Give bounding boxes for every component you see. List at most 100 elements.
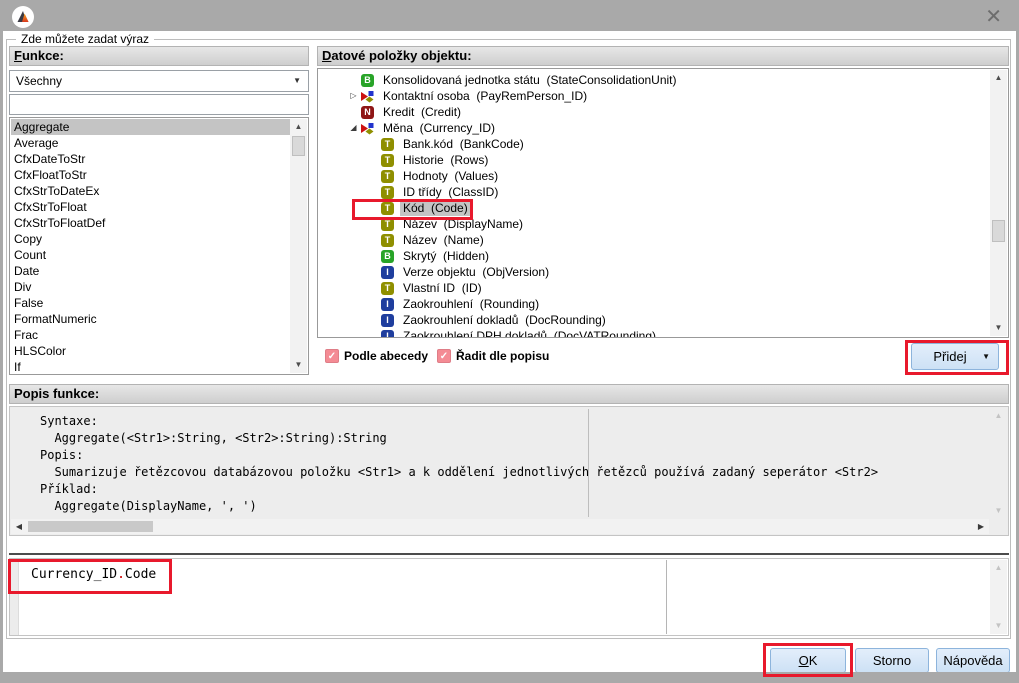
scrollbar-thumb[interactable] (992, 220, 1005, 242)
relation-icon (361, 122, 374, 135)
function-list-item[interactable]: Date (11, 263, 290, 279)
help-button[interactable]: Nápověda (936, 648, 1010, 673)
scroll-down-icon[interactable]: ▼ (990, 320, 1007, 336)
tree-item-label: Historie (Rows) (400, 152, 491, 168)
ok-button[interactable]: OK (770, 648, 846, 673)
tree-item[interactable]: IZaokrouhlení (Rounding) (319, 296, 989, 312)
field-type-icon: T (381, 282, 394, 295)
field-type-icon: I (381, 330, 394, 339)
tree-item-label: Verze objektu (ObjVersion) (400, 264, 552, 280)
function-list-item[interactable]: Average (11, 135, 290, 151)
function-list-item[interactable]: CfxStrToFloat (11, 199, 290, 215)
tree-item[interactable]: ▷ Kontaktní osoba (PayRemPerson_ID) (319, 88, 989, 104)
function-filter-input[interactable] (9, 94, 309, 115)
tree-options-bar: ✓ Podle abecedy ✓ Řadit dle popisu Přide… (317, 340, 1009, 374)
checkbox-check-icon: ✓ (325, 349, 339, 363)
tree-item[interactable]: T Název (DisplayName) (319, 216, 989, 232)
function-list: AggregateAverageCfxDateToStrCfxFloatToSt… (11, 119, 290, 373)
function-list-item[interactable]: CfxStrToDateEx (11, 183, 290, 199)
tree-item[interactable]: NKredit (Credit) (319, 104, 989, 120)
tree-item[interactable]: TNázev (Name) (319, 232, 989, 248)
tree-item[interactable]: IVerze objektu (ObjVersion) (319, 264, 989, 280)
add-button-label: Přidej (933, 349, 966, 364)
function-list-item[interactable]: Frac (11, 327, 290, 343)
field-type-icon: T (381, 202, 394, 215)
function-list-item[interactable]: Copy (11, 231, 290, 247)
title-bar: ✕ (3, 3, 1016, 31)
description-vscrollbar[interactable]: ▲ ▼ (990, 408, 1007, 534)
scroll-up-icon[interactable]: ▲ (290, 119, 307, 135)
function-description-header: Popis funkce: (9, 384, 1009, 404)
tree-item[interactable]: ◢Měna (Currency_ID) (319, 120, 989, 136)
tree-item-label: Název (DisplayName) (400, 216, 526, 232)
tree-item[interactable]: THodnoty (Values) (319, 168, 989, 184)
data-items-header: Datové položky objektu: (317, 46, 1009, 66)
tree-scrollbar[interactable]: ▲ ▼ (990, 70, 1007, 336)
chevron-down-icon: ▼ (293, 71, 301, 91)
collapse-icon[interactable]: ◢ (346, 120, 361, 136)
tree-item[interactable]: TID třídy (ClassID) (319, 184, 989, 200)
data-items-tree: BKonsolidovaná jednotka státu (StateCons… (319, 72, 989, 338)
field-type-icon: T (381, 186, 394, 199)
scroll-down-icon[interactable]: ▼ (990, 618, 1007, 634)
tree-item[interactable]: BKonsolidovaná jednotka státu (StateCons… (319, 72, 989, 88)
scrollbar-thumb[interactable] (292, 136, 305, 156)
expand-icon[interactable]: ▷ (346, 88, 361, 104)
tree-item[interactable]: IZaokrouhlení dokladů (DocRounding) (319, 312, 989, 328)
add-button[interactable]: Přidej ▼ (911, 343, 999, 370)
function-list-item[interactable]: Count (11, 247, 290, 263)
editor-column-divider (666, 560, 667, 634)
checkbox-sort-by-description[interactable]: ✓ Řadit dle popisu (437, 349, 549, 363)
scroll-up-icon[interactable]: ▲ (990, 560, 1007, 576)
panel-separator (9, 553, 1009, 555)
expression-text: Currency_ID.Code (31, 567, 156, 582)
function-list-item[interactable]: CfxDateToStr (11, 151, 290, 167)
tree-item-label: Zaokrouhlení DPH dokladů (DocVATRounding… (400, 328, 659, 338)
scroll-down-icon[interactable]: ▼ (290, 357, 307, 373)
tree-item-label: Kredit (Credit) (380, 104, 464, 120)
tree-item[interactable]: THistorie (Rows) (319, 152, 989, 168)
expression-input-area[interactable]: Currency_ID.Code ▲ ▼ (9, 558, 1009, 636)
tree-item[interactable]: T Kód (Code) (319, 200, 989, 216)
function-list-item[interactable]: If (11, 359, 290, 375)
scrollbar-thumb[interactable] (28, 521, 153, 532)
field-type-icon: T (381, 218, 394, 231)
close-icon[interactable]: ✕ (985, 4, 1002, 30)
field-type-icon: T (381, 170, 394, 183)
field-type-icon: I (381, 314, 394, 327)
description-hscrollbar[interactable]: ◀ ▶ (11, 519, 989, 534)
chevron-down-icon: ▼ (982, 344, 990, 369)
function-list-item[interactable]: Div (11, 279, 290, 295)
tree-item[interactable]: I Zaokrouhlení DPH dokladů (DocVATRoundin… (319, 328, 989, 338)
checkbox-alphabetical[interactable]: ✓ Podle abecedy (325, 349, 428, 363)
tree-item[interactable]: BSkrytý (Hidden) (319, 248, 989, 264)
tree-item-label: Kód (Code) (400, 200, 471, 216)
function-list-item[interactable]: Aggregate (11, 119, 290, 135)
expression-vscrollbar[interactable]: ▲ ▼ (990, 560, 1007, 634)
cancel-button[interactable]: Storno (855, 648, 929, 673)
field-type-icon: T (381, 234, 394, 247)
function-description-text: Syntaxe: Aggregate(<Str1>:String, <Str2>… (40, 413, 878, 515)
scroll-left-icon[interactable]: ◀ (11, 519, 27, 534)
tree-item-label: Zaokrouhlení (Rounding) (400, 296, 542, 312)
scroll-up-icon[interactable]: ▲ (990, 408, 1007, 424)
function-category-dropdown[interactable]: Všechny ▼ (9, 70, 309, 92)
function-description-panel: Syntaxe: Aggregate(<Str1>:String, <Str2>… (9, 406, 1009, 536)
function-list-item[interactable]: FormatNumeric (11, 311, 290, 327)
function-list-item[interactable]: CfxStrToFloatDef (11, 215, 290, 231)
function-list-item[interactable]: CfxFloatToStr (11, 167, 290, 183)
field-type-icon: T (381, 138, 394, 151)
window-bottom-edge (3, 672, 1016, 680)
function-list-item[interactable]: HLSColor (11, 343, 290, 359)
scroll-up-icon[interactable]: ▲ (990, 70, 1007, 86)
tree-item[interactable]: TVlastní ID (ID) (319, 280, 989, 296)
function-list-scrollbar[interactable]: ▲ ▼ (290, 119, 307, 373)
tree-item-label: Kontaktní osoba (PayRemPerson_ID) (380, 88, 590, 104)
tree-item[interactable]: TBank.kód (BankCode) (319, 136, 989, 152)
scroll-right-icon[interactable]: ▶ (973, 519, 989, 534)
checkbox-label: Podle abecedy (344, 349, 428, 363)
functions-header: Funkce: (9, 46, 309, 66)
tree-item-label: Konsolidovaná jednotka státu (StateConso… (380, 72, 680, 88)
scroll-down-icon[interactable]: ▼ (990, 503, 1007, 519)
function-list-item[interactable]: False (11, 295, 290, 311)
